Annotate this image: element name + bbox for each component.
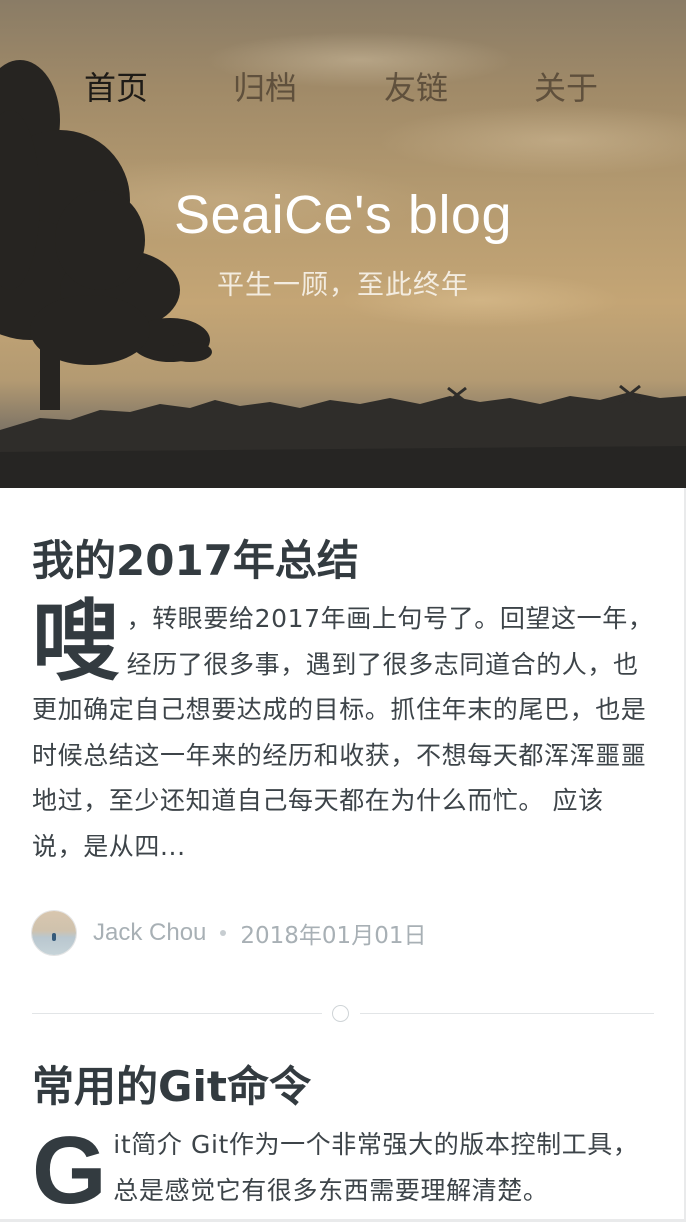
post-dropcap: G	[32, 1117, 108, 1222]
site-title[interactable]: SeaiCe's blog	[0, 183, 686, 247]
post-divider	[32, 1003, 654, 1023]
meta-separator-dot	[220, 930, 227, 936]
post-excerpt-text: it简介 Git作为一个非常强大的版本控制工具，总是感觉它有很多东西需要理解清楚…	[113, 1130, 639, 1205]
nav-item-archive[interactable]: 归档	[233, 66, 297, 110]
page: 首页 归档 友链 关于 SeaiCe's blog 平生一顾，至此终年 我的20…	[0, 0, 686, 1222]
hero-header: 首页 归档 友链 关于 SeaiCe's blog 平生一顾，至此终年	[0, 0, 686, 488]
post-excerpt: 嗖，转眼要给2017年画上句号了。回望这一年，经历了很多事，遇到了很多志同道合的…	[32, 596, 654, 869]
nav-item-friend-links[interactable]: 友链	[384, 66, 448, 110]
post-dropcap: 嗖	[32, 590, 121, 693]
post-card: 我的2017年总结 嗖，转眼要给2017年画上句号了。回望这一年，经历了很多事，…	[32, 532, 654, 869]
nav-item-about[interactable]: 关于	[534, 66, 598, 110]
post-title[interactable]: 我的2017年总结	[32, 532, 654, 590]
post-title[interactable]: 常用的Git命令	[32, 1058, 654, 1116]
author-avatar[interactable]	[32, 911, 76, 955]
site-subtitle: 平生一顾，至此终年	[217, 270, 469, 301]
post-excerpt: Git简介 Git作为一个非常强大的版本控制工具，总是感觉它有很多东西需要理解清…	[32, 1117, 654, 1222]
divider-circle-icon	[332, 1005, 349, 1022]
divider-line-right	[360, 1013, 654, 1014]
post-card: 常用的Git命令 Git简介 Git作为一个非常强大的版本控制工具，总是感觉它有…	[32, 1058, 654, 1222]
nav-item-home[interactable]: 首页	[84, 66, 148, 110]
post-date: 2018年01月01日	[240, 923, 427, 949]
post-excerpt-text: ，转眼要给2017年画上句号了。回望这一年，经历了很多事，遇到了很多志同道合的人…	[32, 604, 654, 861]
divider-line-left	[32, 1013, 322, 1014]
post-author[interactable]: Jack Chou	[93, 919, 206, 947]
post-meta: Jack Chou 2018年01月01日	[32, 910, 426, 956]
main-nav: 首页 归档 友链 关于	[0, 66, 686, 110]
